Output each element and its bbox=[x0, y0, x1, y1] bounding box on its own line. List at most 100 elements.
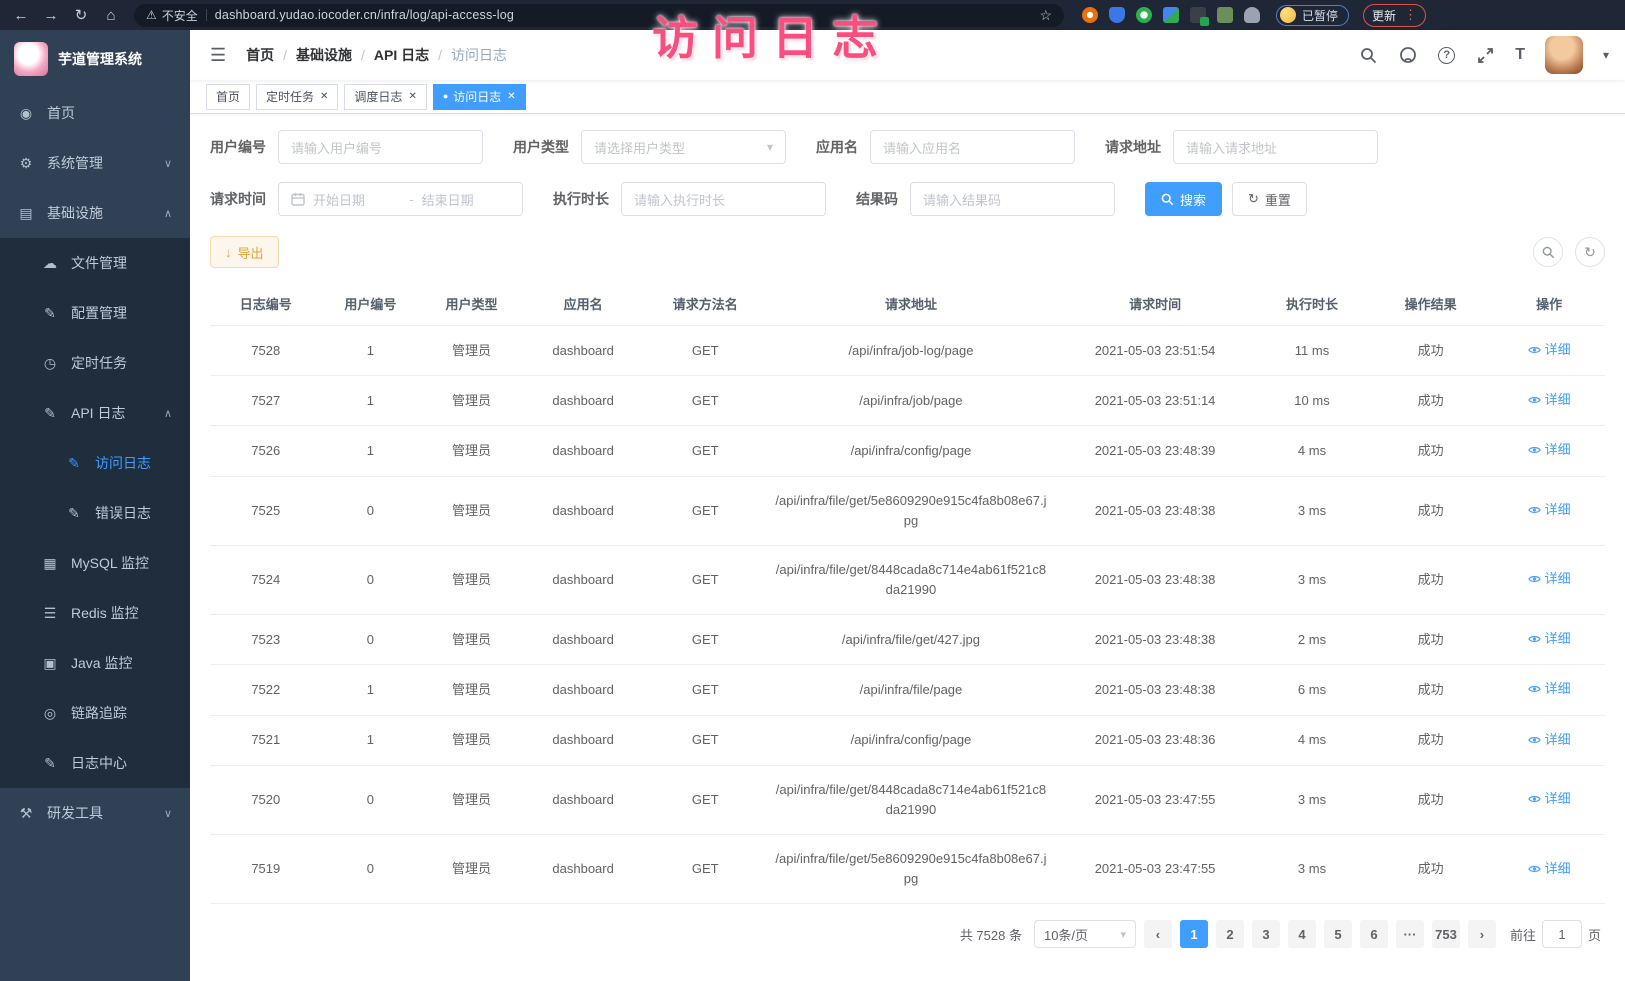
sidebar-menu-item[interactable]: ▣ Java 监控 bbox=[0, 638, 190, 688]
sidebar-menu-item[interactable]: ◉ 首页 bbox=[0, 88, 190, 138]
sidebar-menu-item[interactable]: ☁ 文件管理 bbox=[0, 238, 190, 288]
view-tab[interactable]: 定时任务 ✕ bbox=[256, 84, 338, 110]
github-icon[interactable] bbox=[1398, 45, 1418, 65]
view-tab[interactable]: 调度日志 ✕ bbox=[344, 84, 426, 110]
fullscreen-icon[interactable] bbox=[1475, 45, 1495, 65]
sidebar-menu-item[interactable]: ◷ 定时任务 bbox=[0, 338, 190, 388]
duration-input[interactable]: 请输入执行时长 bbox=[621, 182, 826, 216]
extension-icon[interactable] bbox=[1217, 7, 1233, 23]
eye-icon bbox=[1528, 345, 1541, 355]
toggle-search-button[interactable] bbox=[1533, 237, 1563, 267]
puzzle-extensions-icon[interactable] bbox=[1244, 7, 1260, 23]
cell-user-id: 0 bbox=[322, 545, 420, 614]
detail-link[interactable]: 详细 bbox=[1528, 340, 1571, 360]
page-number-button[interactable]: 5 bbox=[1324, 920, 1352, 948]
detail-link[interactable]: 详细 bbox=[1528, 440, 1571, 460]
sidebar-menu-item[interactable]: ✎ API 日志 ∧ bbox=[0, 388, 190, 438]
next-page-button[interactable]: › bbox=[1468, 920, 1496, 948]
page-number-button[interactable]: 2 bbox=[1216, 920, 1244, 948]
detail-link[interactable]: 详细 bbox=[1528, 859, 1571, 879]
detail-link[interactable]: 详细 bbox=[1528, 789, 1571, 809]
sidebar-menu-item[interactable]: ◎ 链路追踪 bbox=[0, 688, 190, 738]
cell-actions: 详细 bbox=[1493, 615, 1605, 665]
bookmark-star-icon[interactable]: ☆ bbox=[1039, 7, 1052, 24]
view-tab[interactable]: ● 访问日志 ✕ bbox=[433, 84, 526, 110]
help-icon[interactable]: ? bbox=[1438, 47, 1455, 64]
sidebar-menu-item[interactable]: ▤ 基础设施 ∧ bbox=[0, 188, 190, 238]
cell-user-type: 管理员 bbox=[419, 426, 524, 476]
infra-icon: ▤ bbox=[18, 205, 34, 222]
duration-label: 执行时长 bbox=[553, 189, 609, 209]
user-avatar[interactable] bbox=[1545, 36, 1583, 74]
result-code-input[interactable]: 请输入结果码 bbox=[910, 182, 1115, 216]
column-header: 请求方法名 bbox=[642, 282, 768, 326]
sidebar-menu-item[interactable]: ✎ 错误日志 bbox=[0, 488, 190, 538]
goto-page-input[interactable]: 1 bbox=[1542, 920, 1582, 948]
page-size-select[interactable]: 10条/页 ▾ bbox=[1034, 920, 1136, 948]
page-number-button[interactable]: 4 bbox=[1288, 920, 1316, 948]
address-bar[interactable]: ⚠ 不安全 dashboard.yudao.iocoder.cn/infra/l… bbox=[134, 4, 1064, 27]
hamburger-icon[interactable]: ☰ bbox=[206, 45, 230, 66]
detail-link[interactable]: 详细 bbox=[1528, 569, 1571, 589]
tab-close-icon[interactable]: ✕ bbox=[408, 91, 416, 102]
filter-result-code: 结果码 请输入结果码 bbox=[856, 182, 1115, 216]
sidebar-menu-item[interactable]: ✎ 配置管理 bbox=[0, 288, 190, 338]
extension-icon[interactable] bbox=[1163, 7, 1179, 23]
detail-link[interactable]: 详细 bbox=[1528, 730, 1571, 750]
browser-menu-icon[interactable]: ⋮ bbox=[1404, 7, 1417, 23]
browser-home-icon[interactable]: ⌂ bbox=[98, 3, 124, 27]
prev-page-button[interactable]: ‹ bbox=[1144, 920, 1172, 948]
browser-reload-icon[interactable]: ↻ bbox=[68, 3, 94, 27]
sidebar-menu-item[interactable]: ▦ MySQL 监控 bbox=[0, 538, 190, 588]
user-id-input[interactable]: 请输入用户编号 bbox=[278, 130, 483, 164]
page-number-button[interactable]: 753 bbox=[1432, 920, 1460, 948]
not-secure-warning[interactable]: ⚠ 不安全 bbox=[146, 7, 198, 24]
detail-link[interactable]: 详细 bbox=[1528, 679, 1571, 699]
sidebar: 芋道管理系统 ◉ 首页 ⚙ 系统管理 ∨ ▤ 基础设施 ∧ ☁ 文件管理 bbox=[0, 30, 190, 981]
reset-button[interactable]: ↻ 重置 bbox=[1232, 182, 1307, 216]
detail-link[interactable]: 详细 bbox=[1528, 629, 1571, 649]
page-number-button[interactable]: ··· bbox=[1396, 920, 1424, 948]
extension-icon[interactable] bbox=[1190, 7, 1206, 23]
breadcrumb-infra[interactable]: 基础设施 bbox=[296, 45, 352, 65]
breadcrumb-api-log[interactable]: API 日志 bbox=[374, 45, 429, 65]
browser-update-button[interactable]: 更新 ⋮ bbox=[1363, 4, 1426, 27]
search-icon[interactable] bbox=[1358, 45, 1378, 65]
cell-user-type: 管理员 bbox=[419, 615, 524, 665]
search-button[interactable]: 搜索 bbox=[1145, 182, 1222, 216]
cell-user-type: 管理员 bbox=[419, 665, 524, 715]
page-number-button[interactable]: 3 bbox=[1252, 920, 1280, 948]
extension-icon[interactable] bbox=[1082, 7, 1098, 23]
extension-icon[interactable] bbox=[1109, 7, 1125, 23]
profile-paused-pill[interactable]: 已暂停 bbox=[1276, 5, 1349, 26]
extension-icon[interactable] bbox=[1136, 7, 1152, 23]
sidebar-menu-item[interactable]: ✎ 日志中心 bbox=[0, 738, 190, 788]
tab-close-icon[interactable]: ✕ bbox=[507, 91, 515, 102]
sidebar-menu-item[interactable]: ✎ 访问日志 bbox=[0, 438, 190, 488]
cell-app-name: dashboard bbox=[524, 715, 643, 765]
sidebar-menu: ◉ 首页 ⚙ 系统管理 ∨ ▤ 基础设施 ∧ ☁ 文件管理 ✎ bbox=[0, 88, 190, 838]
sidebar-menu-item[interactable]: ☰ Redis 监控 bbox=[0, 588, 190, 638]
date-range-picker[interactable]: 开始日期 - 结束日期 bbox=[278, 182, 523, 216]
user-type-select[interactable]: 请选择用户类型 ▾ bbox=[581, 130, 786, 164]
page-number-button[interactable]: 6 bbox=[1360, 920, 1388, 948]
detail-link[interactable]: 详细 bbox=[1528, 390, 1571, 410]
search-icon bbox=[1542, 246, 1555, 259]
font-size-icon[interactable]: T bbox=[1515, 46, 1525, 64]
sidebar-menu-item[interactable]: ⚒ 研发工具 ∨ bbox=[0, 788, 190, 838]
avatar-caret-icon[interactable]: ▾ bbox=[1603, 48, 1609, 62]
export-button[interactable]: ↓ 导出 bbox=[210, 236, 279, 268]
breadcrumb-home[interactable]: 首页 bbox=[246, 45, 274, 65]
request-url-input[interactable]: 请输入请求地址 bbox=[1173, 130, 1378, 164]
tab-close-icon[interactable]: ✕ bbox=[320, 91, 328, 102]
app-logo[interactable]: 芋道管理系统 bbox=[0, 30, 190, 88]
page-number-button[interactable]: 1 bbox=[1180, 920, 1208, 948]
view-tab[interactable]: 首页 bbox=[206, 84, 250, 110]
sidebar-menu-item[interactable]: ⚙ 系统管理 ∨ bbox=[0, 138, 190, 188]
browser-forward-icon[interactable]: → bbox=[38, 3, 64, 27]
detail-link[interactable]: 详细 bbox=[1528, 500, 1571, 520]
refresh-table-button[interactable]: ↻ bbox=[1575, 237, 1605, 267]
app-name-input[interactable]: 请输入应用名 bbox=[870, 130, 1075, 164]
cell-app-name: dashboard bbox=[524, 615, 643, 665]
browser-back-icon[interactable]: ← bbox=[8, 3, 34, 27]
